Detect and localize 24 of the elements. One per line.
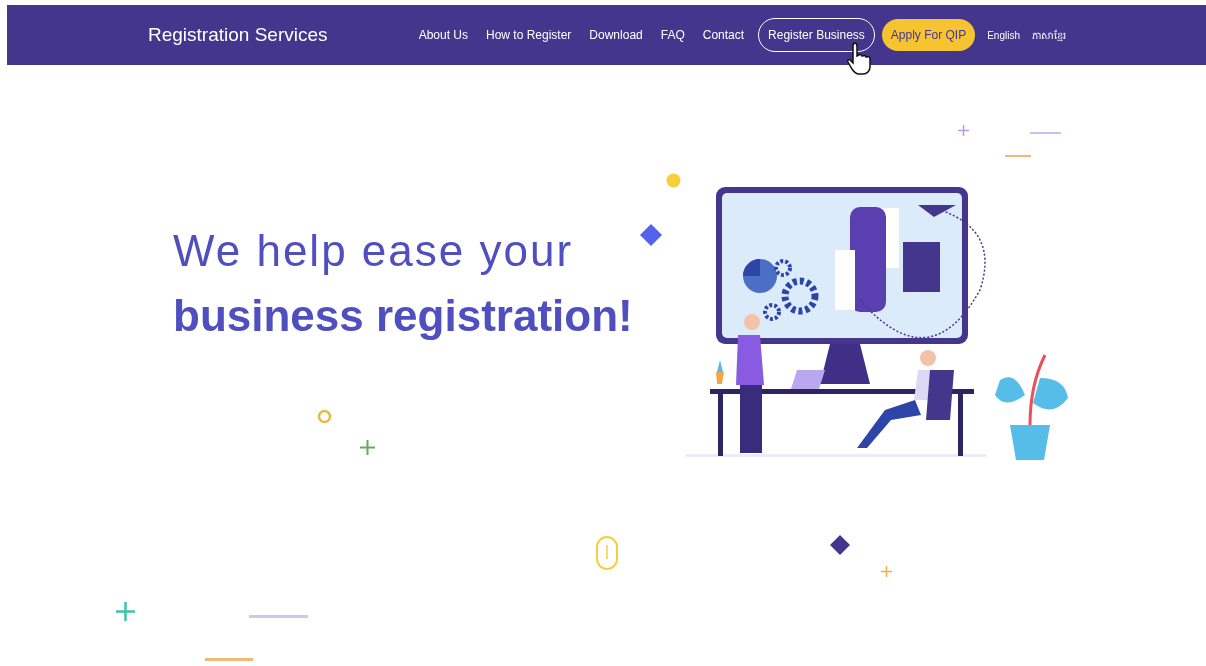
ring-icon xyxy=(317,409,332,424)
language-link[interactable]: ភាសាខ្មែរ xyxy=(1032,27,1066,43)
hero-heading: We help ease your xyxy=(173,225,574,277)
dash-icon xyxy=(205,658,253,661)
nav-link[interactable]: Contact xyxy=(702,26,745,44)
diamond-icon xyxy=(830,535,850,555)
dash-icon xyxy=(249,615,308,618)
apply-button[interactable]: Apply For QIP xyxy=(881,19,976,51)
hero-subheading: business registration! xyxy=(173,289,633,342)
diamond-icon xyxy=(640,224,662,246)
nav-link[interactable]: How to Register xyxy=(486,26,572,44)
language-link[interactable]: English xyxy=(987,27,1020,43)
site-title[interactable]: Registration Services xyxy=(148,20,410,50)
dash-icon xyxy=(1030,132,1061,135)
nav-link[interactable]: About Us xyxy=(418,26,468,44)
plus-icon xyxy=(360,440,375,455)
dash-icon xyxy=(1005,155,1031,158)
scroll-mouse-icon xyxy=(595,535,619,571)
plus-icon xyxy=(881,566,892,577)
circle-icon xyxy=(666,173,681,188)
nav-link[interactable]: FAQ xyxy=(660,26,685,44)
plus-icon xyxy=(958,125,969,136)
plus-icon xyxy=(116,602,135,621)
nav-link[interactable]: Download xyxy=(589,26,643,44)
